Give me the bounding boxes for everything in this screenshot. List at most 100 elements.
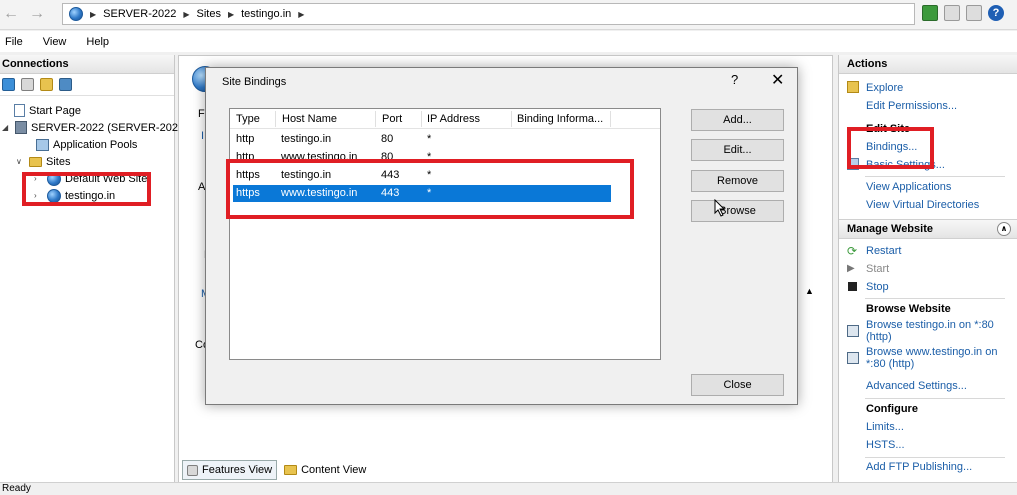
remove-button[interactable]: Remove (691, 170, 784, 192)
action-hsts[interactable]: HSTS... (866, 439, 905, 451)
action-restart[interactable]: Restart (866, 245, 901, 257)
action-advanced-settings[interactable]: Advanced Settings... (866, 380, 967, 392)
binding-cell-type: http (236, 133, 255, 145)
breadcrumb-site[interactable]: testingo.in (241, 8, 291, 20)
binding-cell-host: testingo.in (281, 133, 332, 145)
breadcrumb-server[interactable]: SERVER-2022 (103, 8, 176, 20)
column-host-name[interactable]: Host Name (282, 113, 337, 125)
tree-label: Start Page (29, 104, 81, 117)
back-arrow-icon[interactable]: ← (0, 4, 22, 24)
menu-view[interactable]: View (43, 36, 67, 48)
action-edit-permissions[interactable]: Edit Permissions... (866, 100, 957, 112)
status-text: Ready (2, 483, 31, 494)
help-question-icon[interactable]: ? (731, 72, 738, 87)
action-label: (http) (866, 331, 892, 343)
mouse-cursor-icon (714, 199, 726, 217)
dialog-title: Site Bindings (222, 76, 287, 88)
tab-features-view[interactable]: Features View (182, 460, 278, 480)
highlight-box-https-bindings (226, 159, 634, 219)
binding-cell-ip: * (427, 133, 432, 145)
site-bindings-dialog: Site Bindings ? ✕ Type Host Name Port IP… (205, 67, 798, 405)
binding-row[interactable]: http testingo.in 80 * (233, 131, 611, 148)
edit-button[interactable]: Edit... (691, 139, 784, 161)
collapse-up-icon[interactable]: ▲ (805, 286, 814, 296)
tree-item-sites[interactable]: ∨ Sites (16, 153, 70, 170)
action-label: *:80 (http) (866, 358, 915, 370)
bindings-list[interactable]: Type Host Name Port IP Address Binding I… (229, 108, 661, 360)
close-icon[interactable]: ✕ (771, 70, 784, 90)
column-separator (275, 111, 276, 127)
action-label: Browse testingo.in on *:80 (866, 319, 994, 331)
tree-item-app-pools[interactable]: Application Pools (36, 136, 137, 153)
app-pools-icon (36, 138, 49, 151)
features-view-icon (187, 464, 198, 476)
tree-item-start-page[interactable]: Start Page (14, 102, 81, 119)
status-bar: Ready (0, 482, 1017, 495)
binding-cell-port: 80 (381, 133, 394, 145)
column-type[interactable]: Type (236, 113, 260, 125)
action-view-applications[interactable]: View Applications (866, 181, 951, 193)
section-title: Manage Website (847, 223, 933, 235)
forward-arrow-icon[interactable]: → (26, 4, 48, 24)
up-folder-icon[interactable] (40, 78, 53, 91)
content-view-icon (284, 465, 298, 475)
column-port[interactable]: Port (382, 113, 402, 125)
explore-icon (847, 81, 859, 93)
close-button[interactable]: Close (691, 374, 784, 396)
action-add-ftp-publishing[interactable]: Add FTP Publishing... (866, 461, 972, 473)
chevron-right-icon: ▶ (183, 9, 190, 19)
tab-content-view[interactable]: Content View (279, 460, 371, 480)
start-icon: ▶ (847, 263, 855, 274)
connect-icon[interactable] (2, 78, 15, 91)
tree-label: SERVER-2022 (SERVER-2022\A (31, 121, 195, 134)
chevron-up-icon[interactable]: ∧ (997, 222, 1011, 236)
add-button[interactable]: Add... (691, 109, 784, 131)
save-icon[interactable] (21, 78, 34, 91)
menu-bar: File View Help (0, 31, 1017, 52)
browse-website-heading: Browse Website (866, 303, 951, 315)
folder-icon (29, 156, 42, 167)
actions-title: Actions (839, 55, 1017, 74)
browse-icon (847, 352, 859, 364)
breadcrumb-sites[interactable]: Sites (196, 8, 220, 20)
browse-button[interactable]: Browse (691, 200, 784, 222)
refresh-icon[interactable] (922, 5, 938, 21)
action-start[interactable]: Start (866, 263, 889, 275)
action-stop[interactable]: Stop (866, 281, 889, 293)
action-view-virtual-directories[interactable]: View Virtual Directories (866, 199, 979, 211)
column-binding-info[interactable]: Binding Informa... (517, 113, 603, 125)
manage-website-header[interactable]: Manage Website ∧ (839, 219, 1017, 239)
menu-help[interactable]: Help (86, 36, 109, 48)
stop-icon[interactable] (944, 5, 960, 21)
tree-item-server[interactable]: ◢ SERVER-2022 (SERVER-2022\A (2, 119, 194, 136)
restart-icon: ⟳ (847, 244, 858, 258)
tree-label: Sites (46, 155, 71, 168)
action-explore[interactable]: Explore (866, 82, 903, 94)
globe-icon (69, 7, 83, 21)
chevron-right-icon: ▶ (227, 9, 235, 19)
tab-label: Content View (301, 464, 367, 476)
action-browse-www-testingo[interactable]: Browse www.testingo.in on *:80 (http) (866, 346, 997, 370)
collapse-arrow-icon[interactable]: ◢ (2, 123, 11, 132)
home-icon[interactable] (966, 5, 982, 21)
server-icon (15, 121, 27, 134)
divider (865, 176, 1005, 177)
address-bar: ← → ▶ SERVER-2022 ▶ Sites ▶ testingo.in … (0, 0, 1017, 30)
connections-pane: Connections Start Page ◢ SERVER-2022 (SE… (0, 55, 194, 495)
menu-file[interactable]: File (5, 36, 23, 48)
divider (865, 398, 1005, 399)
network-icon[interactable] (59, 78, 72, 91)
column-separator (375, 111, 376, 127)
column-ip-address[interactable]: IP Address (427, 113, 480, 125)
bindings-list-header: Type Host Name Port IP Address Binding I… (230, 109, 660, 129)
chevron-down-icon[interactable]: ∨ (16, 157, 25, 166)
start-page-icon (14, 104, 25, 117)
action-browse-testingo[interactable]: Browse testingo.in on *:80 (http) (866, 319, 994, 343)
column-separator (511, 111, 512, 127)
address-field[interactable]: ▶ SERVER-2022 ▶ Sites ▶ testingo.in ▶ (62, 3, 915, 25)
help-icon[interactable]: ? (988, 5, 1004, 21)
connections-toolbar (0, 74, 174, 96)
tree-label: Application Pools (53, 138, 138, 151)
action-limits[interactable]: Limits... (866, 421, 904, 433)
highlight-box-bindings-action (847, 127, 934, 169)
